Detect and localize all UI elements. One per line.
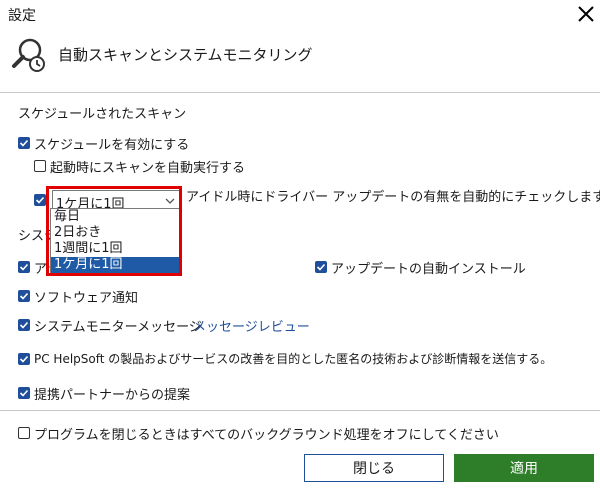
background-off-label: プログラムを閉じるときはすべてのバックグラウンド処理をオフにしてください [34, 428, 499, 443]
enable-schedule-checkbox[interactable] [18, 137, 30, 149]
enable-schedule-label: スケジュールを有効にする [34, 138, 190, 153]
driver-check-checkbox[interactable] [34, 194, 46, 206]
partner-label: 提携パートナーからの提案 [34, 388, 191, 403]
highlight-box [46, 186, 182, 276]
driver-check-label: アイドル時にドライバー アップデートの有無を自動的にチェックします [186, 190, 600, 205]
page-title: 自動スキャンとシステムモニタリング [58, 46, 313, 64]
divider [0, 410, 600, 411]
scan-magnifier-icon [10, 36, 48, 74]
startup-scan-label: 起動時にスキャンを自動実行する [50, 161, 246, 176]
title-bar [0, 0, 600, 30]
startup-scan-checkbox[interactable] [34, 160, 46, 172]
improvement-label: PC HelpSoft の製品およびサービスの改善を目的とした匿名の技術および診… [34, 352, 553, 366]
monitor-message-label: システムモニターメッセージ [34, 320, 202, 335]
close-icon[interactable] [574, 2, 598, 26]
schedule-section-title: スケジュールされたスキャン [18, 107, 187, 122]
background-off-checkbox[interactable] [18, 427, 30, 439]
partner-checkbox[interactable] [18, 387, 30, 399]
window-title: 設定 [8, 8, 36, 24]
close-button[interactable]: 閉じる [304, 454, 444, 482]
monitor-message-checkbox[interactable] [18, 319, 30, 331]
auto-install-checkbox[interactable] [315, 261, 327, 273]
auto-update-checkbox[interactable] [18, 261, 30, 273]
apply-button[interactable]: 適用 [454, 454, 594, 482]
divider [0, 92, 600, 93]
auto-install-label: アップデートの自動インストール [331, 262, 526, 277]
message-review-link[interactable]: メッセージレビュー [193, 316, 310, 335]
software-notice-checkbox[interactable] [18, 290, 30, 302]
software-notice-label: ソフトウェア通知 [34, 291, 139, 306]
improvement-checkbox[interactable] [18, 353, 30, 365]
